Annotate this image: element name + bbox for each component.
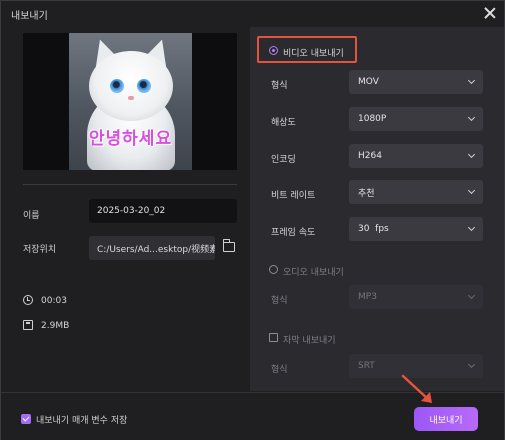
remember-settings-checkbox[interactable] bbox=[21, 414, 31, 424]
title-bar: 내보내기 bbox=[1, 1, 504, 27]
bitrate-value: 추천 bbox=[358, 188, 375, 199]
video-preview: 안녕하세요 bbox=[23, 33, 237, 170]
chevron-down-icon bbox=[467, 223, 476, 232]
framerate-value: 30 fps bbox=[358, 224, 389, 234]
folder-icon[interactable] bbox=[222, 239, 235, 252]
remember-settings-label[interactable]: 내보내기 매개 변수 저장 bbox=[36, 413, 127, 426]
chevron-down-icon bbox=[467, 113, 476, 122]
path-field[interactable]: C:/Users/Ad...esktop/视频素材 bbox=[89, 236, 215, 260]
chevron-down-icon bbox=[467, 360, 476, 369]
chevron-down-icon bbox=[467, 76, 476, 85]
chevron-down-icon bbox=[467, 186, 476, 195]
chevron-down-icon bbox=[467, 291, 476, 300]
subtitle-format-value: SRT bbox=[358, 361, 375, 371]
format-select[interactable]: MOV bbox=[349, 70, 483, 94]
name-label: 이름 bbox=[23, 211, 40, 221]
format-value: MOV bbox=[358, 77, 379, 87]
clock-icon bbox=[23, 295, 33, 305]
resolution-value: 1080P bbox=[358, 114, 387, 124]
path-label: 저장위치 bbox=[23, 245, 57, 255]
subtitle-export-checkbox[interactable] bbox=[269, 333, 278, 342]
preview-thumbnail: 안녕하세요 bbox=[69, 33, 192, 170]
bitrate-label: 비트 레이트 bbox=[271, 191, 316, 201]
resolution-select[interactable]: 1080P bbox=[349, 107, 483, 131]
cat-eye-right bbox=[137, 79, 151, 93]
video-export-radio[interactable] bbox=[269, 46, 278, 55]
chevron-down-icon bbox=[467, 150, 476, 159]
encoder-label: 인코딩 bbox=[271, 155, 296, 165]
audio-format-value: MP3 bbox=[358, 292, 377, 302]
encoder-value: H264 bbox=[358, 151, 382, 161]
duration-value: 00:03 bbox=[41, 296, 67, 306]
cat-head bbox=[89, 51, 173, 121]
bitrate-select[interactable]: 추천 bbox=[349, 180, 483, 204]
export-button[interactable]: 내보내기 bbox=[414, 407, 478, 431]
cat-eye-left bbox=[110, 79, 124, 93]
audio-format-label: 형식 bbox=[271, 296, 288, 306]
format-label: 형식 bbox=[271, 81, 288, 91]
name-input[interactable]: 2025-03-20_02 bbox=[89, 199, 237, 223]
encoder-select[interactable]: H264 bbox=[349, 144, 483, 168]
size-value: 2.9MB bbox=[41, 321, 70, 331]
disk-icon bbox=[23, 320, 33, 330]
audio-export-label[interactable]: 오디오 내보내기 bbox=[283, 265, 344, 278]
video-export-label[interactable]: 비디오 내보내기 bbox=[283, 46, 344, 59]
resolution-label: 해상도 bbox=[271, 118, 296, 128]
cat-nose bbox=[128, 96, 134, 100]
export-dialog: 내보내기 안녕하세요 이름 2025-03-20_02 저장위치 C:/User… bbox=[0, 0, 505, 440]
audio-format-select[interactable]: MP3 bbox=[349, 285, 483, 309]
pointer-arrow-icon bbox=[401, 374, 432, 403]
subtitle-format-label: 형식 bbox=[271, 365, 288, 375]
close-icon[interactable] bbox=[483, 6, 497, 20]
framerate-label: 프레임 속도 bbox=[271, 228, 316, 238]
window-title: 내보내기 bbox=[11, 10, 48, 22]
subtitle-export-label[interactable]: 자막 내보내기 bbox=[283, 333, 336, 346]
preview-overlay-text: 안녕하세요 bbox=[88, 129, 173, 149]
divider bbox=[23, 184, 237, 185]
audio-export-radio[interactable] bbox=[269, 265, 278, 274]
framerate-select[interactable]: 30 fps bbox=[349, 217, 483, 241]
